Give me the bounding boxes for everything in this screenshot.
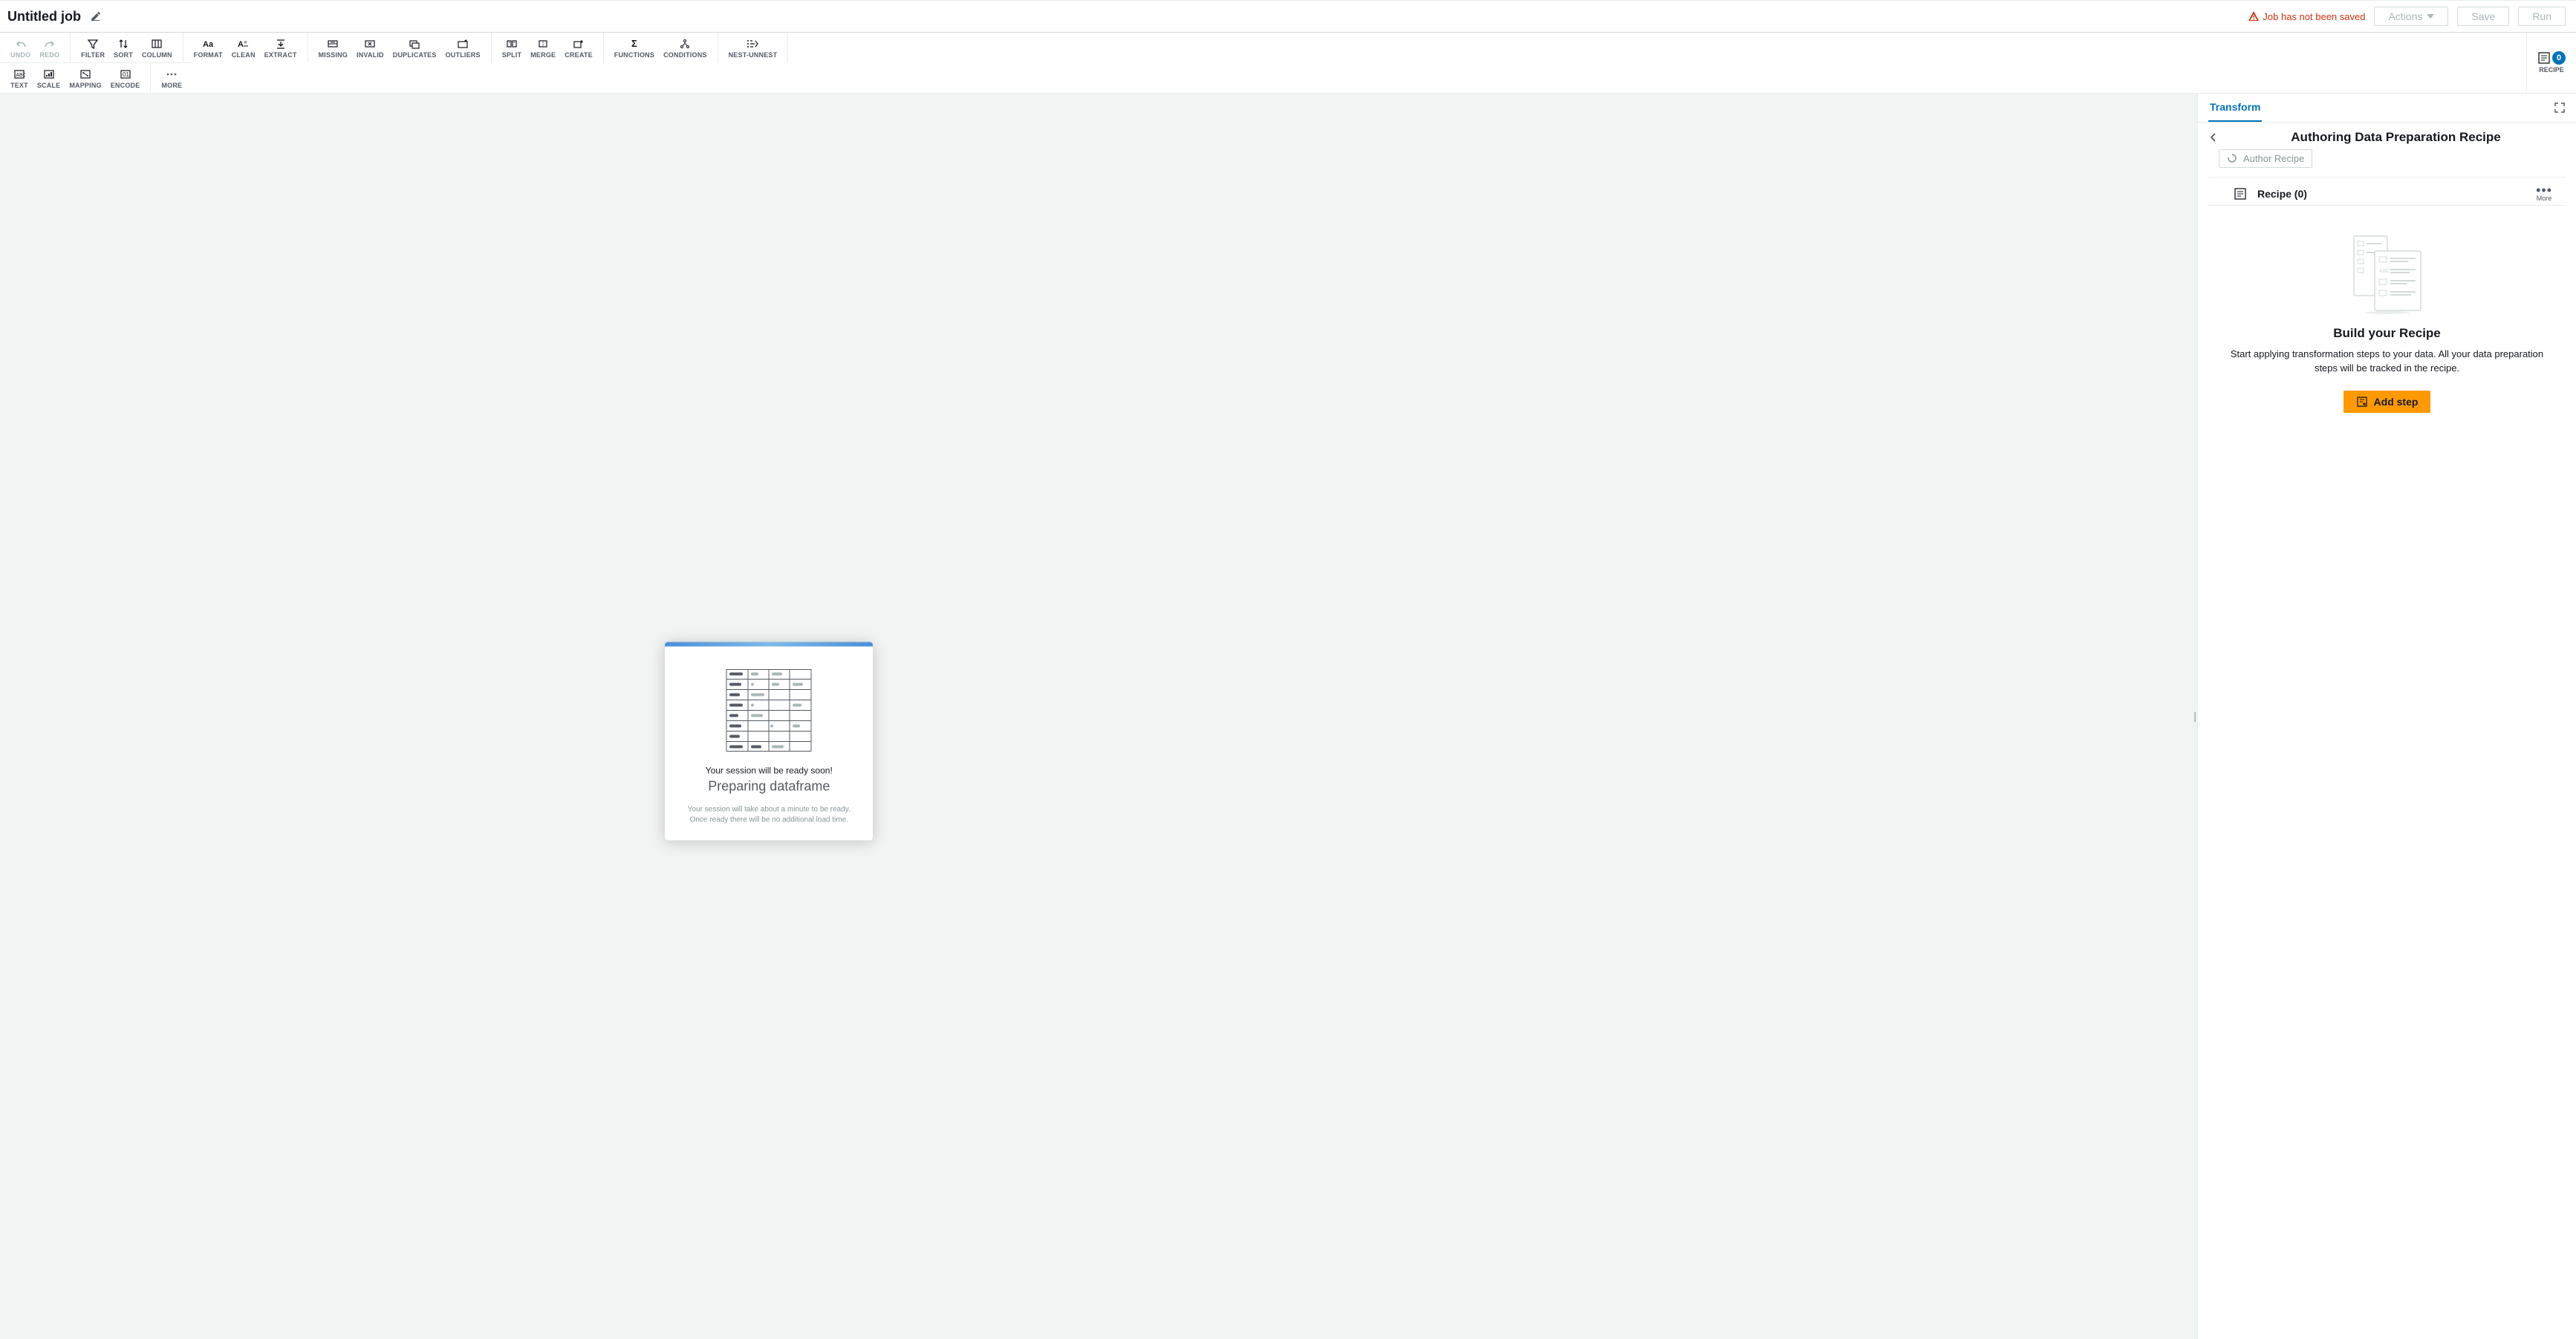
run-button[interactable]: Run	[2518, 7, 2566, 26]
create-button[interactable]: CREATE	[560, 37, 597, 59]
recipe-count-title: Recipe (0)	[2257, 188, 2307, 200]
table-illustration-icon	[726, 668, 812, 752]
encode-button[interactable]: 01 ENCODE	[106, 68, 145, 90]
filter-icon	[87, 37, 99, 51]
spinner-icon	[2227, 153, 2237, 163]
column-button[interactable]: COLUMN	[137, 37, 177, 59]
panel-title: Authoring Data Preparation Recipe	[2226, 130, 2566, 145]
unsaved-warning: Job has not been saved	[2248, 10, 2365, 22]
svg-text:ABC: ABC	[2379, 269, 2390, 274]
right-panel: || Transform Authoring Data Preparation …	[2197, 94, 2576, 1339]
svg-text:01: 01	[123, 71, 129, 78]
recipe-list-icon	[2234, 187, 2247, 201]
missing-button[interactable]: MISSING	[314, 37, 352, 59]
more-button[interactable]: MORE	[157, 68, 186, 90]
mapping-icon	[79, 68, 91, 81]
add-step-button[interactable]: Add step	[2344, 391, 2431, 413]
outliers-button[interactable]: OUTLIERS	[441, 37, 485, 59]
loading-card: Your session will be ready soon! Prepari…	[665, 642, 873, 840]
svg-text:A: A	[238, 40, 244, 49]
create-icon	[573, 37, 585, 51]
loading-subtitle: Your session will be ready soon!	[665, 765, 873, 775]
author-recipe-chip[interactable]: Author Recipe	[2219, 149, 2312, 168]
extract-button[interactable]: EXTRACT	[260, 37, 302, 59]
main-canvas: Your session will be ready soon! Prepari…	[0, 94, 2197, 1339]
functions-icon: Σ	[628, 37, 640, 51]
tab-transform[interactable]: Transform	[2208, 94, 2262, 122]
ellipsis-icon: •••	[2536, 186, 2552, 195]
format-button[interactable]: Aa FORMAT	[189, 37, 227, 59]
functions-button[interactable]: Σ FUNCTIONS	[610, 37, 659, 59]
loading-description: Your session will take about a minute to…	[665, 804, 873, 825]
recipe-more-button[interactable]: ••• More	[2536, 186, 2552, 202]
sort-icon	[117, 37, 129, 51]
clean-button[interactable]: A✕ CLEAN	[227, 37, 260, 59]
app-header: Untitled job Job has not been saved Acti…	[0, 0, 2576, 33]
toolbar: UNDO REDO FILTER SORT COLUMN	[0, 33, 2576, 94]
back-icon[interactable]	[2208, 132, 2219, 143]
empty-state-title: Build your Recipe	[2228, 326, 2546, 341]
expand-icon[interactable]	[2554, 102, 2566, 114]
redo-button[interactable]: REDO	[35, 37, 64, 59]
add-step-icon	[2356, 396, 2368, 408]
text-button[interactable]: ABC TEXT	[6, 68, 33, 90]
column-icon	[151, 37, 163, 51]
save-button[interactable]: Save	[2457, 7, 2509, 26]
invalid-button[interactable]: INVALID	[352, 37, 388, 59]
job-title: Untitled job	[7, 9, 81, 25]
scale-button[interactable]: SCALE	[33, 68, 65, 90]
resize-handle[interactable]: ||	[2193, 710, 2194, 722]
missing-icon	[327, 37, 339, 51]
actions-button[interactable]: Actions	[2374, 7, 2448, 26]
clean-icon: A✕	[237, 37, 250, 51]
format-icon: Aa	[201, 37, 215, 51]
undo-icon	[15, 37, 27, 51]
merge-button[interactable]: MERGE	[526, 37, 560, 59]
recipe-icon	[2537, 51, 2551, 65]
conditions-icon	[679, 37, 691, 51]
outliers-icon	[457, 37, 469, 51]
scale-icon	[43, 68, 55, 81]
svg-text:ABC: ABC	[16, 73, 25, 78]
recipe-toggle[interactable]: 0 RECIPE	[2537, 51, 2566, 74]
undo-button[interactable]: UNDO	[6, 37, 35, 59]
recipe-count-badge: 0	[2552, 51, 2566, 65]
svg-text:Aa: Aa	[203, 40, 214, 49]
split-button[interactable]: SPLIT	[498, 37, 527, 59]
split-icon	[506, 37, 518, 51]
sort-button[interactable]: SORT	[109, 37, 137, 59]
nest-unnest-icon	[746, 37, 759, 51]
empty-recipe-illustration-icon: ABC	[2350, 232, 2424, 314]
extract-icon	[275, 37, 287, 51]
redo-icon	[44, 37, 56, 51]
chevron-down-icon	[2427, 14, 2434, 19]
nest-unnest-button[interactable]: NEST-UNNEST	[724, 37, 782, 59]
svg-text:✕: ✕	[244, 41, 247, 45]
warning-icon	[2248, 10, 2260, 22]
conditions-button[interactable]: CONDITIONS	[659, 37, 712, 59]
edit-title-icon[interactable]	[90, 10, 102, 22]
duplicates-button[interactable]: DUPLICATES	[388, 37, 441, 59]
more-icon	[165, 68, 178, 81]
filter-button[interactable]: FILTER	[77, 37, 109, 59]
duplicates-icon	[409, 37, 420, 51]
loading-title: Preparing dataframe	[665, 778, 873, 794]
text-icon: ABC	[13, 68, 25, 81]
mapping-button[interactable]: MAPPING	[65, 68, 105, 90]
empty-state-description: Start applying transformation steps to y…	[2228, 347, 2546, 376]
svg-text:Σ: Σ	[631, 38, 637, 49]
invalid-icon	[364, 37, 376, 51]
encode-icon: 01	[120, 68, 131, 81]
merge-icon	[537, 37, 549, 51]
